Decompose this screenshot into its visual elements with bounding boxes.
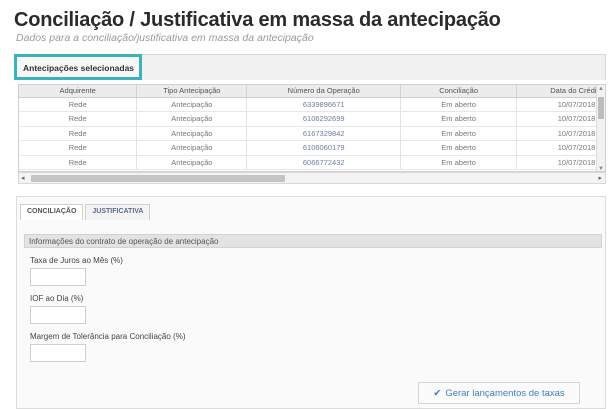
cell-tipo: Antecipação bbox=[136, 97, 248, 112]
check-icon: ✔ bbox=[433, 387, 442, 399]
cell-tipo: Antecipação bbox=[136, 126, 248, 141]
gerar-lancamentos-label: Gerar lançamentos de taxas bbox=[445, 387, 565, 399]
cell-tipo: Antecipação bbox=[136, 111, 248, 127]
horizontal-scroll-thumb[interactable] bbox=[31, 175, 285, 182]
cell-adquirente: Rede bbox=[19, 126, 138, 141]
cell-data-credito: 10/07/2018 bbox=[516, 126, 605, 141]
table-row[interactable]: Rede Antecipação 6167329842 Em aberto 10… bbox=[19, 126, 605, 141]
tab-justificativa[interactable]: JUSTIFICATIVA bbox=[85, 204, 151, 220]
tab-antecipacoes-selecionadas[interactable]: Antecipações selecionadas bbox=[14, 54, 142, 80]
cell-conciliacao: Em aberto bbox=[400, 97, 518, 112]
vertical-scrollbar[interactable]: ▲ ▼ bbox=[596, 85, 605, 171]
column-header-adquirente[interactable]: Adquirente bbox=[19, 85, 138, 98]
detail-panel bbox=[16, 196, 606, 409]
tab-conciliacao[interactable]: CONCILIAÇÃO bbox=[20, 204, 84, 220]
table-row[interactable]: Rede Antecipação 6066772432 Em aberto 10… bbox=[19, 155, 605, 170]
horizontal-scrollbar[interactable]: ◂ ▸ bbox=[18, 172, 606, 184]
cell-numero-operacao: 6066772432 bbox=[246, 155, 402, 170]
margem-tolerancia-input[interactable] bbox=[30, 344, 86, 362]
table-header-row: Adquirente Tipo Antecipação Número da Op… bbox=[19, 85, 605, 98]
vertical-scroll-thumb[interactable] bbox=[598, 97, 604, 119]
cell-numero-operacao: 6106292699 bbox=[246, 111, 402, 127]
column-header-tipo-antecipacao[interactable]: Tipo Antecipação bbox=[136, 85, 248, 98]
cell-data-credito: 10/07/2018 bbox=[516, 140, 605, 156]
cell-conciliacao: Em aberto bbox=[400, 155, 518, 170]
scroll-left-icon[interactable]: ◂ bbox=[21, 174, 25, 182]
cell-adquirente: Rede bbox=[19, 97, 138, 112]
table-row[interactable]: Rede Antecipação 6106292699 Em aberto 10… bbox=[19, 111, 605, 127]
taxa-juros-label: Taxa de Juros ao Mês (%) bbox=[30, 256, 123, 265]
page-title: Conciliação / Justificativa em massa da … bbox=[14, 9, 501, 31]
column-header-data-credito[interactable]: Data do Crédito bbox=[516, 85, 605, 98]
scroll-right-icon[interactable]: ▸ bbox=[598, 174, 602, 182]
cell-adquirente: Rede bbox=[19, 140, 138, 156]
cell-data-credito: 10/07/2018 bbox=[516, 155, 605, 170]
column-header-numero-operacao[interactable]: Número da Operação bbox=[246, 85, 402, 98]
cell-data-credito: 10/07/2018 bbox=[516, 97, 605, 112]
iof-dia-label: IOF ao Dia (%) bbox=[30, 294, 84, 303]
taxa-juros-input[interactable] bbox=[30, 268, 86, 286]
cell-conciliacao: Em aberto bbox=[400, 126, 518, 141]
cell-tipo: Antecipação bbox=[136, 155, 248, 170]
contract-info-header: Informações do contrato de operação de a… bbox=[24, 234, 602, 248]
cell-numero-operacao: 6339896671 bbox=[246, 97, 402, 112]
margem-tolerancia-label: Margem de Tolerância para Conciliação (%… bbox=[30, 332, 186, 341]
iof-dia-input[interactable] bbox=[30, 306, 86, 324]
table-row[interactable]: Rede Antecipação 6106060179 Em aberto 10… bbox=[19, 140, 605, 156]
scroll-up-icon[interactable]: ▲ bbox=[598, 86, 604, 92]
cell-conciliacao: Em aberto bbox=[400, 111, 518, 127]
cell-data-credito: 10/07/2018 bbox=[516, 111, 605, 127]
gerar-lancamentos-button[interactable]: ✔ Gerar lançamentos de taxas bbox=[418, 382, 580, 404]
operations-table: Adquirente Tipo Antecipação Número da Op… bbox=[18, 84, 606, 172]
cell-adquirente: Rede bbox=[19, 155, 138, 170]
cell-adquirente: Rede bbox=[19, 111, 138, 127]
column-header-conciliacao[interactable]: Conciliação bbox=[400, 85, 518, 98]
detail-tabs: CONCILIAÇÃO JUSTIFICATIVA bbox=[20, 204, 152, 220]
cell-numero-operacao: 6167329842 bbox=[246, 126, 402, 141]
cell-conciliacao: Em aberto bbox=[400, 140, 518, 156]
page-subtitle: Dados para a conciliação/justificativa e… bbox=[16, 32, 314, 44]
table-row[interactable]: Rede Antecipação 6339896671 Em aberto 10… bbox=[19, 97, 605, 112]
cell-numero-operacao: 6106060179 bbox=[246, 140, 402, 156]
cell-tipo: Antecipação bbox=[136, 140, 248, 156]
